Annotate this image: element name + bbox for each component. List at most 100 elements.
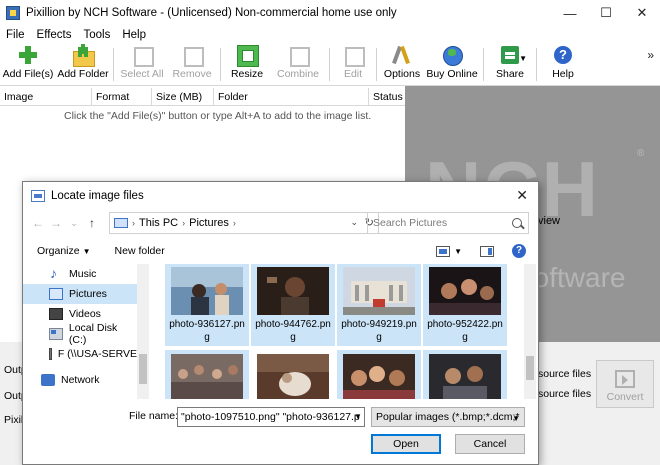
convert-icon	[615, 370, 635, 388]
share-button[interactable]: ▼ Share	[487, 44, 533, 85]
search-placeholder: Search Pictures	[373, 217, 448, 229]
nav-item-label: F (\\USA-SERVE	[57, 348, 137, 360]
remove-label: Remove	[172, 68, 212, 80]
close-button[interactable]: ✕	[624, 0, 660, 26]
file-list-scrollbar-thumb[interactable]	[526, 356, 534, 380]
toolbar-separator	[329, 48, 330, 81]
resize-button[interactable]: Resize	[224, 44, 270, 85]
file-name-input[interactable]: "photo-1097510.png" "photo-936127.p	[177, 407, 365, 427]
dialog-icon	[31, 190, 45, 202]
view-controls: ▼ ?	[436, 240, 538, 262]
file-thumbnail[interactable]	[337, 350, 421, 399]
add-folder-button[interactable]: Add Folder	[56, 44, 110, 85]
cancel-button[interactable]: Cancel	[455, 434, 525, 454]
edit-icon	[342, 44, 365, 67]
nav-item-label: Local Disk (C:)	[68, 322, 118, 346]
column-status[interactable]: Status	[369, 88, 405, 105]
file-thumbnail[interactable]	[423, 350, 507, 399]
file-thumbnail[interactable]: photo-944762.pn g	[251, 264, 335, 346]
options-button[interactable]: Options	[380, 44, 424, 85]
select-all-icon	[131, 44, 154, 67]
file-thumbnail[interactable]	[251, 350, 335, 399]
file-name-value: "photo-1097510.png" "photo-936127.p	[181, 411, 360, 423]
source-files-option-2[interactable]: source files	[538, 388, 591, 400]
file-name: photo-936127.pn g	[169, 319, 245, 343]
edit-label: Edit	[343, 68, 363, 80]
nav-item-pictures[interactable]: Pictures	[23, 284, 137, 304]
menu-tools[interactable]: Tools	[77, 29, 116, 41]
column-size[interactable]: Size (MB)	[152, 88, 214, 105]
up-arrow-icon[interactable]: ↑	[83, 216, 101, 230]
file-thumbnail[interactable]: photo-949219.pn g	[337, 264, 421, 346]
address-bar[interactable]: › This PC › Pictures › ⌄ ↻	[109, 212, 379, 234]
nav-item-music[interactable]: Music	[23, 264, 137, 284]
add-files-button[interactable]: Add File(s)	[0, 44, 56, 85]
breadcrumb-pictures[interactable]: Pictures	[189, 217, 229, 229]
window-controls: — ☐ ✕	[552, 0, 660, 26]
command-bar: Organize ▼ New folder ▼ ?	[23, 240, 538, 262]
file-name-label: File name:	[129, 410, 179, 422]
navigation-pane: Music Pictures Videos Local Disk (C:) F …	[23, 264, 149, 399]
toolbar-separator	[113, 48, 114, 81]
minimize-button[interactable]: —	[552, 0, 588, 26]
menu-effects[interactable]: Effects	[31, 29, 78, 41]
view-dropdown-icon[interactable]: ▼	[454, 247, 462, 256]
combine-button[interactable]: Combine	[270, 44, 326, 85]
file-thumbnail[interactable]: photo-952422.pn g	[423, 264, 507, 346]
search-icon	[512, 218, 522, 228]
chevron-down-icon: ▼	[519, 54, 527, 63]
recent-locations-icon[interactable]: ⌄	[65, 218, 83, 229]
column-format[interactable]: Format	[92, 88, 152, 105]
column-image[interactable]: Image	[0, 88, 92, 105]
this-pc-icon	[114, 218, 128, 228]
share-icon: ▼	[499, 44, 527, 66]
organize-menu[interactable]: Organize ▼	[37, 245, 91, 257]
nav-item-local-disk[interactable]: Local Disk (C:)	[23, 322, 137, 346]
file-thumbnail[interactable]: photo-936127.pn g	[165, 264, 249, 346]
resize-icon	[236, 44, 259, 67]
dialog-title: Locate image files	[51, 190, 144, 202]
forward-arrow-icon[interactable]: →	[47, 216, 65, 230]
toolbar-overflow-icon[interactable]: »	[647, 48, 654, 62]
file-list-scrollbar[interactable]	[524, 264, 536, 399]
help-icon[interactable]: ?	[512, 244, 526, 258]
nav-scrollbar-thumb[interactable]	[139, 354, 147, 384]
help-button[interactable]: Help	[540, 44, 586, 85]
chevron-down-icon: ▼	[82, 247, 91, 256]
app-icon	[6, 6, 20, 20]
buy-online-button[interactable]: Buy Online	[424, 44, 480, 85]
photo-thumbnail-image	[257, 354, 329, 399]
maximize-button[interactable]: ☐	[588, 0, 624, 26]
column-folder[interactable]: Folder	[214, 88, 369, 105]
breadcrumb-this-pc[interactable]: This PC	[139, 217, 178, 229]
open-button[interactable]: Open	[371, 434, 441, 454]
nav-scrollbar[interactable]	[137, 264, 149, 399]
preview-pane-icon[interactable]	[480, 245, 494, 257]
photo-thumbnail-image	[343, 267, 415, 315]
file-thumbnail[interactable]	[165, 350, 249, 399]
resize-label: Resize	[230, 68, 264, 80]
remove-button[interactable]: Remove	[167, 44, 217, 85]
new-folder-button[interactable]: New folder	[115, 245, 165, 257]
help-icon	[552, 44, 574, 66]
nav-item-network[interactable]: Network	[23, 370, 137, 390]
nav-item-videos[interactable]: Videos	[23, 304, 137, 324]
convert-button[interactable]: Convert	[596, 360, 654, 408]
address-dropdown-icon[interactable]: ⌄	[350, 217, 358, 228]
dialog-close-icon[interactable]: ✕	[516, 187, 528, 204]
select-all-label: Select All	[120, 68, 164, 80]
file-type-select[interactable]: Popular images (*.bmp;*.dcm;* ▼	[371, 407, 525, 427]
nav-item-network-drive[interactable]: F (\\USA-SERVE	[23, 344, 137, 364]
menu-help[interactable]: Help	[116, 29, 152, 41]
network-icon	[41, 374, 55, 386]
source-files-option[interactable]: source files	[538, 368, 591, 380]
back-arrow-icon[interactable]: ←	[29, 216, 47, 230]
share-label: Share	[495, 68, 525, 80]
edit-button[interactable]: Edit	[333, 44, 373, 85]
menu-file[interactable]: File	[0, 29, 31, 41]
file-name-dropdown-icon[interactable]: ▼	[354, 412, 362, 421]
search-input[interactable]: Search Pictures	[367, 212, 529, 234]
change-view-icon[interactable]	[436, 245, 451, 257]
select-all-button[interactable]: Select All	[117, 44, 167, 85]
file-name: photo-949219.pn g	[341, 319, 417, 343]
